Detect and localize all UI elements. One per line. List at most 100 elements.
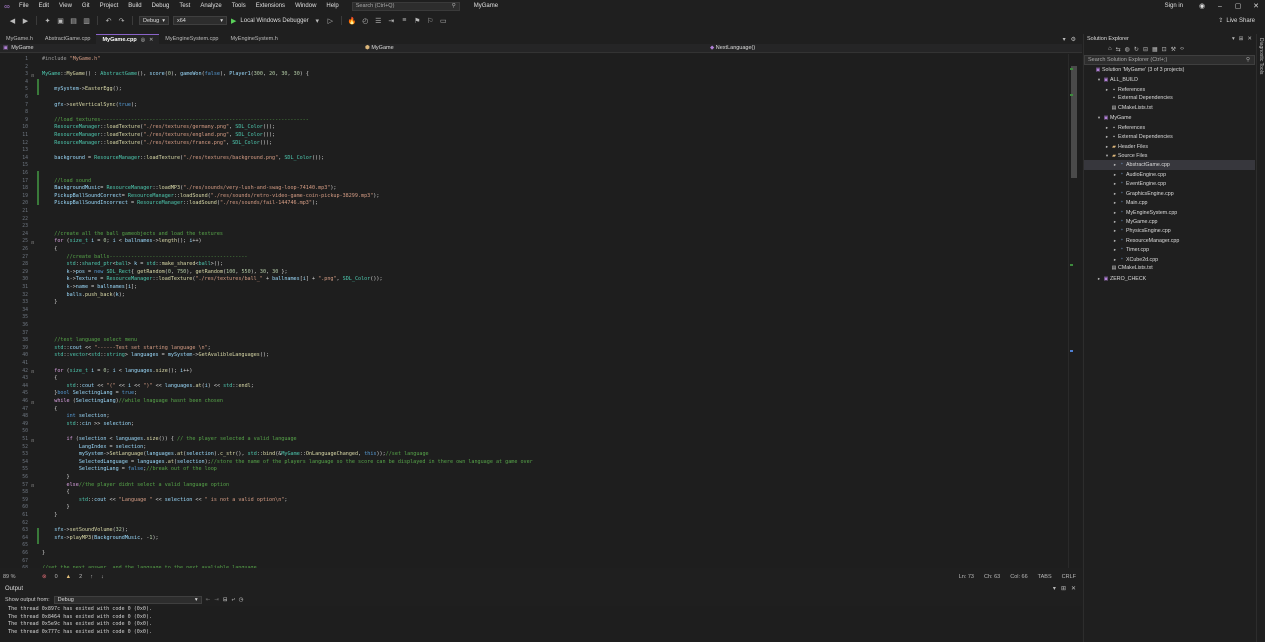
issue-counts[interactable]: ⊗ 0 ▲ 2 ↑ ↓ [42,574,104,580]
menu-edit[interactable]: Edit [34,3,54,9]
tree-item[interactable]: ▸ ⁺ ResourceManager.cpp [1084,236,1255,245]
code-line[interactable]: //set the next answer, and the language … [42,565,257,568]
tree-item[interactable]: ▸ ⁺ AudioEngine.cpp [1084,170,1255,179]
code-text[interactable]: #include "MyGame.h"MyGame::MyGame() : Ab… [42,54,1067,568]
code-line[interactable]: background = ResourceManager::loadTextur… [42,155,324,163]
pin-icon[interactable]: ⊞ [1061,585,1066,592]
tab-abstractgame-cpp[interactable]: AbstractGame.cpp [39,34,97,44]
tree-item[interactable]: ▤ CMakeLists.txt [1084,104,1255,113]
menu-window[interactable]: Window [290,3,321,9]
code-line[interactable]: #include "MyGame.h" [42,56,100,64]
pin-icon[interactable]: ⊞ [1239,36,1244,42]
tree-item[interactable]: ▸ ⁺ EventEngine.cpp [1084,179,1255,188]
performance-icon[interactable]: ◴ [361,16,370,25]
code-line[interactable]: sfx->playMP3(BackgroundMusic, -1); [42,535,158,543]
menu-file[interactable]: File [14,3,34,9]
tree-item[interactable]: ▾ ▣ ALL_BUILD [1084,75,1255,84]
code-line[interactable]: std::cin >> selection; [42,421,135,429]
tree-item[interactable]: ▸ ⁺ Main.cpp [1084,198,1255,207]
tree-item[interactable]: ▸ ▪ References [1084,123,1255,132]
tree-item[interactable]: ▪ External Dependencies [1084,94,1255,103]
start-debugging-button[interactable]: Local Windows Debugger [240,18,308,24]
close-icon[interactable]: ✕ [1247,2,1265,10]
code-line[interactable]: //load sound [42,178,91,186]
maximize-icon[interactable]: ▢ [1229,2,1247,10]
live-share-button[interactable]: ⇪ Live Share [1218,17,1255,25]
code-line[interactable]: BackgroundMusic= ResourceManager::loadMP… [42,185,336,193]
tree-item[interactable]: ▸ ⁺ MyGame.cpp [1084,217,1255,226]
code-line[interactable]: int selection; [42,413,110,421]
close-panel-icon[interactable]: ✕ [1071,585,1076,592]
run-dropdown-icon[interactable]: ▾ [313,16,322,25]
tree-item[interactable]: ▸ ⁺ MyEngineSystem.cpp [1084,208,1255,217]
scrollbar-thumb[interactable] [1071,66,1077,178]
code-line[interactable]: } [42,550,45,558]
save-all-icon[interactable]: ▥ [82,16,91,25]
close-icon[interactable]: ✕ [1247,36,1252,42]
fold-toggle-icon[interactable]: ⊟ [31,483,35,488]
settings-icon[interactable]: ⚙ [1071,36,1076,43]
redo-icon[interactable]: ↷ [117,16,126,25]
member-dropdown[interactable]: ◆ NextLanguage() [705,45,1082,51]
indent-icon[interactable]: ⇥ [387,16,396,25]
code-line[interactable]: mySystem->SetLanguage(languages.at(selec… [42,451,429,459]
collapse-all-icon[interactable]: ⊟ [1143,46,1148,53]
navigate-back-icon[interactable]: ◀ [8,16,17,25]
tree-item[interactable]: ▤ CMakeLists.txt [1084,264,1255,273]
dropdown-icon[interactable]: ▾ [1232,36,1235,42]
code-line[interactable]: PickupBallSoundIncorrect = ResourceManag… [42,200,318,208]
zoom-level[interactable]: 89 % [0,574,26,580]
save-icon[interactable]: ▤ [69,16,78,25]
tab-myenginesystem-cpp[interactable]: MyEngineSystem.cpp [159,34,224,44]
code-line[interactable]: ResourceManager::loadTexture("./res/text… [42,140,272,148]
tree-item[interactable]: ▸ ▰ Header Files [1084,142,1255,151]
tab-mygame-h[interactable]: MyGame.h [0,34,39,44]
diagnostic-tools-tab[interactable]: Diagnostic Tools [1258,38,1264,74]
code-line[interactable]: std::cout << "(" << i << ")" << language… [42,383,254,391]
search-box[interactable]: Search (Ctrl+Q) ⚲ [351,1,460,11]
bookmark-icon[interactable]: ⚑ [413,16,422,25]
code-line[interactable]: gfx->setVerticalSync(true); [42,102,137,110]
tree-item[interactable]: ▸ ⁺ Timer.cpp [1084,245,1255,254]
code-line[interactable]: for (size_t i = 0; i < ballnames->length… [42,238,201,246]
code-line[interactable]: //load textures-------------------------… [42,117,309,125]
format-icon[interactable]: ☰ [374,16,383,25]
tree-item[interactable]: ▸ ▣ ZERO_CHECK [1084,274,1255,283]
preview-icon[interactable]: ⊡ [1162,46,1167,53]
tab-dropdown-icon[interactable]: ▾ [1063,36,1066,43]
code-line[interactable]: else//the player didnt select a valid la… [42,482,230,490]
menu-project[interactable]: Project [95,3,124,9]
code-line[interactable]: mySystem->EasterEgg(); [42,86,122,94]
code-line[interactable]: MyGame::MyGame() : AbstractGame(), score… [42,71,309,79]
comment-icon[interactable]: ≡ [400,16,409,25]
properties-icon[interactable]: ⚒ [1171,46,1176,53]
code-line[interactable]: sfx->setSoundVolume(32); [42,527,128,535]
navigate-forward-icon[interactable]: ▶ [21,16,30,25]
tree-item[interactable]: ▣ Solution 'MyGame' (3 of 3 projects) [1084,66,1255,75]
menu-view[interactable]: View [54,3,77,9]
code-line[interactable]: balls.push_back(k); [42,292,125,300]
word-wrap-icon[interactable]: ⤶ [231,597,234,604]
code-line[interactable]: { [42,489,70,497]
menu-git[interactable]: Git [77,3,95,9]
next-message-icon[interactable]: ⇥ [214,597,219,603]
code-line[interactable]: std::cout << "Language " << selection <<… [42,497,288,505]
tree-item[interactable]: ▸ ⁺ XCube2d.cpp [1084,255,1255,264]
start-without-debugging-icon[interactable]: ▷ [326,16,335,25]
configuration-select[interactable]: Debug ▾ [139,16,169,25]
code-line[interactable]: k->Texture = ResourceManager::loadTextur… [42,276,383,284]
sign-in-link[interactable]: Sign in [1165,3,1183,9]
find-message-icon[interactable]: ⇤ [206,597,211,603]
minimize-icon[interactable]: – [1211,3,1229,10]
menu-build[interactable]: Build [123,3,146,9]
menu-test[interactable]: Test [174,3,195,9]
pin-tab-icon[interactable]: ◎ [141,37,145,43]
show-all-files-icon[interactable]: ▦ [1152,46,1158,53]
bookmark-next-icon[interactable]: ⚐ [426,16,435,25]
output-text[interactable]: The thread 0x897c has exited with code 0… [0,606,1082,642]
fold-toggle-icon[interactable]: ⊟ [31,438,35,443]
tree-item[interactable]: ▸ ⁺ AbstractGame.cpp [1084,160,1255,170]
window-icon[interactable]: ▭ [439,16,448,25]
clear-all-icon[interactable]: ⊟ [223,597,228,603]
tab-myenginesystem-h[interactable]: MyEngineSystem.h [224,34,283,44]
